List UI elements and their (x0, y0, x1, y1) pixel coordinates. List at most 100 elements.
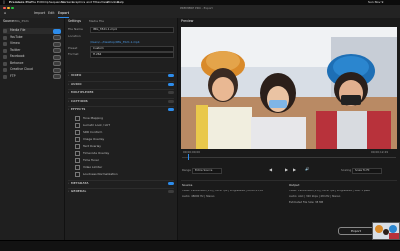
section-captions[interactable]: › CAPTIONS (68, 97, 174, 104)
section-audio[interactable]: › AUDIO (68, 80, 174, 87)
checkbox[interactable] (75, 129, 80, 135)
summary-source-audio: Audio: 48000 Hz | Stereo (182, 195, 215, 198)
checkbox[interactable] (75, 157, 80, 163)
effect-option[interactable]: Loudness Normalization (75, 171, 118, 177)
checkbox[interactable] (75, 171, 80, 177)
effect-option-label: SDR Conform (83, 129, 103, 134)
destination-vimeo[interactable]: Vimeo (3, 41, 61, 47)
twitter-icon (3, 48, 7, 53)
media-file-icon (3, 29, 7, 33)
destination-facebook[interactable]: Facebook (3, 54, 61, 60)
section-title: AUDIO (71, 81, 82, 86)
destination-behance[interactable]: Behance (3, 61, 61, 67)
effect-option[interactable]: SDR Conform (75, 129, 103, 135)
tab-edit[interactable]: Edit (48, 11, 55, 15)
section-toggle[interactable] (168, 190, 174, 193)
effect-option[interactable]: Image Overlay (75, 136, 104, 142)
traffic-lights[interactable] (3, 6, 14, 9)
section-multiplexer[interactable]: › MULTIPLEXER (68, 89, 174, 95)
play-icon[interactable]: ▶ (285, 168, 288, 172)
apple-icon[interactable]:  (3, 1, 5, 4)
menu-app[interactable]: Premiere Pro (9, 1, 31, 4)
clock: Sun Nov 9 (368, 0, 384, 4)
scrub-bar[interactable] (182, 157, 396, 158)
home-icon[interactable]: ⌂ (4, 11, 6, 16)
step-back-icon[interactable]: ◀ (269, 168, 272, 172)
menu-clip[interactable]: Clip (43, 1, 49, 4)
checkbox[interactable] (75, 115, 80, 121)
effect-option[interactable]: Video Limiter (75, 164, 103, 170)
checkbox[interactable] (75, 136, 80, 142)
location-link[interactable]: /Users/.../Desktop/IMG_3521.1.mp4 (90, 40, 140, 44)
destination-toggle[interactable] (53, 28, 61, 34)
volume-icon[interactable]: 🔊 (305, 167, 309, 172)
checkbox[interactable] (75, 150, 80, 156)
menu-help[interactable]: Help (117, 1, 124, 4)
timecode-end: 00;00;12;29 (371, 150, 389, 154)
effect-option-label: Time Tuner (83, 157, 99, 162)
effect-option[interactable]: Lumetri Look / LUT (75, 122, 110, 128)
destination-toggle[interactable] (53, 74, 61, 79)
menu-file[interactable]: File (31, 1, 36, 4)
section-effects[interactable]: › EFFECTS (68, 106, 174, 112)
destination-toggle[interactable] (53, 61, 61, 66)
thumbnail-photo (373, 223, 399, 239)
destination-toggle[interactable] (53, 41, 61, 47)
destination-label: Media File (10, 28, 26, 33)
section-toggle[interactable] (168, 108, 174, 111)
field-label: Format (68, 52, 79, 56)
field-format: Format H.264 (68, 51, 174, 58)
field-preset: Preset Custom (68, 45, 174, 52)
preview-frame (181, 27, 397, 149)
section-general[interactable]: › GENERAL (68, 188, 174, 194)
effect-option[interactable]: Time Tuner (75, 157, 99, 163)
source-name: IMG_3521 (14, 19, 29, 23)
destination-toggle[interactable] (53, 48, 61, 53)
range-select[interactable]: Entire Source (192, 168, 222, 174)
destination-creative-cloud[interactable]: Creative Cloud (3, 67, 61, 73)
summary-source-head: Source (182, 183, 193, 187)
section-toggle[interactable] (168, 82, 174, 86)
field-label: File Name (68, 27, 83, 31)
destination-twitter[interactable]: Twitter (3, 48, 61, 54)
export-button[interactable]: Export (338, 227, 374, 235)
scaling-select[interactable]: Scale To Fit (352, 168, 382, 174)
menu-edit[interactable]: Edit (37, 1, 43, 4)
format-input[interactable]: H.264 (90, 51, 174, 58)
destination-toggle[interactable] (53, 54, 61, 60)
section-toggle[interactable] (168, 99, 174, 103)
destination-label: Behance (10, 60, 24, 65)
section-toggle[interactable] (168, 181, 174, 185)
checkbox[interactable] (75, 164, 80, 170)
menu-graphics[interactable]: Graphics and Titles (72, 1, 101, 4)
section-title: VIDEO (71, 73, 82, 78)
effect-option[interactable]: Timecode Overlay (75, 150, 109, 156)
checkbox[interactable] (75, 143, 80, 149)
section-metadata[interactable]: › METADATA (68, 179, 174, 186)
section-toggle[interactable] (168, 74, 174, 77)
file-name-input[interactable]: IMG_3521.1.mp4 (90, 26, 174, 33)
destination-toggle[interactable] (53, 35, 61, 40)
step-forward-icon[interactable]: ▶ (293, 168, 296, 172)
checkbox[interactable] (75, 122, 80, 128)
effect-option-label: Tone Mapping (83, 115, 103, 120)
effect-option-label: Video Limiter (83, 164, 103, 169)
creative-cloud-icon (3, 68, 7, 72)
effect-option[interactable]: Tone Mapping (75, 115, 103, 121)
range-label: Range (182, 168, 191, 172)
destination-media-file[interactable]: Media File (3, 28, 61, 34)
destination-toggle[interactable] (53, 67, 61, 73)
effect-option-label: Lumetri Look / LUT (83, 122, 110, 127)
destinations-panel: Source IMG_3521 Media File YouTube Vimeo Tw… (0, 18, 65, 240)
destination-ftp[interactable]: FTP (3, 74, 61, 80)
destination-label: Vimeo (10, 41, 20, 46)
destination-label: FTP (10, 73, 16, 78)
section-toggle[interactable] (168, 91, 174, 94)
settings-title: Settings (68, 19, 82, 23)
destination-youtube[interactable]: YouTube (3, 35, 61, 41)
effect-option[interactable]: Text Overlay (75, 143, 101, 149)
tab-import[interactable]: Import (34, 11, 45, 15)
tab-export[interactable]: Export (58, 11, 70, 19)
section-video[interactable]: › VIDEO (68, 72, 174, 78)
playhead[interactable] (188, 154, 190, 160)
